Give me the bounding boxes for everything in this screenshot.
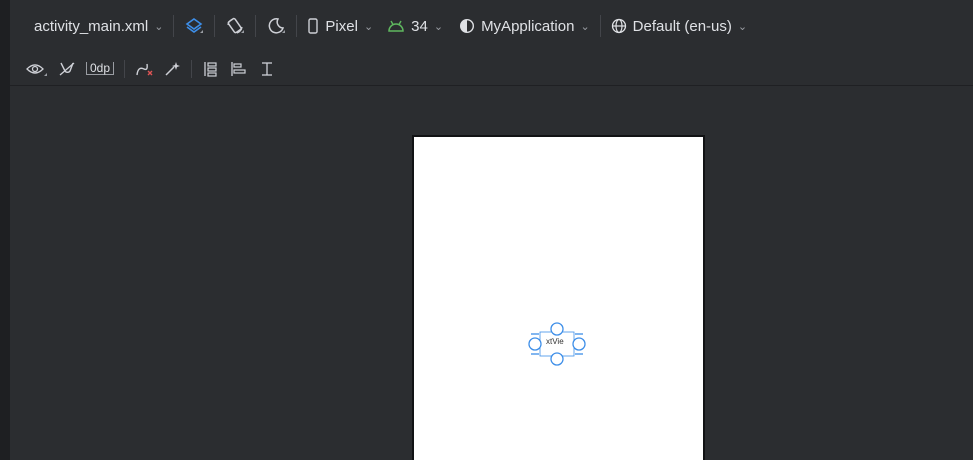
magnet-off-icon[interactable] [58, 61, 76, 77]
api-selector[interactable]: 34 ⌄ [387, 18, 443, 35]
half-circle-icon [459, 18, 475, 34]
pack-icon[interactable] [202, 61, 220, 77]
textview-widget[interactable]: xtVie [528, 322, 586, 366]
api-level: 34 [411, 17, 428, 35]
separator [191, 59, 193, 78]
chevron-down-icon: ⌄ [363, 20, 374, 33]
locale-name: Default (en-us) [632, 17, 732, 35]
design-canvas[interactable]: xtVie [10, 87, 973, 460]
globe-icon [611, 18, 627, 34]
eye-icon[interactable] [26, 61, 48, 77]
separator [214, 15, 216, 37]
chevron-down-icon: ⌄ [737, 20, 748, 33]
theme-name: MyApplication [481, 17, 575, 35]
design-toolbar: activity_main.xml ⌄ Pixel ⌄ 34 ⌄ MyAppli… [10, 0, 973, 52]
device-selector[interactable]: Pixel ⌄ [307, 18, 373, 35]
file-name: activity_main.xml [34, 17, 149, 35]
default-margin-button[interactable]: 0dp [86, 62, 115, 75]
device-name: Pixel [325, 17, 358, 35]
baseline-guide-icon[interactable] [258, 61, 276, 77]
phone-icon [307, 18, 319, 34]
left-rail [0, 0, 10, 460]
layers-icon[interactable] [184, 16, 204, 36]
layout-toolbar: 0dp [10, 52, 973, 86]
android-icon [387, 19, 405, 33]
chevron-down-icon: ⌄ [433, 20, 444, 33]
theme-selector[interactable]: MyApplication ⌄ [459, 18, 590, 35]
separator [173, 15, 175, 37]
clear-constraints-icon[interactable] [135, 61, 153, 77]
align-icon[interactable] [230, 61, 248, 77]
separator [124, 59, 126, 78]
rotate-icon[interactable] [225, 16, 245, 36]
separator [296, 15, 298, 37]
magic-wand-icon[interactable] [163, 61, 181, 77]
locale-selector[interactable]: Default (en-us) ⌄ [611, 18, 747, 35]
file-selector[interactable]: activity_main.xml ⌄ [34, 18, 163, 35]
chevron-down-icon: ⌄ [580, 20, 590, 33]
chevron-down-icon: ⌄ [154, 20, 164, 33]
separator [599, 15, 601, 37]
device-preview[interactable]: xtVie [412, 135, 705, 460]
separator [255, 15, 257, 37]
margin-value: 0dp [86, 62, 115, 75]
textview-label: xtVie [546, 337, 564, 346]
moon-icon[interactable] [266, 16, 286, 36]
